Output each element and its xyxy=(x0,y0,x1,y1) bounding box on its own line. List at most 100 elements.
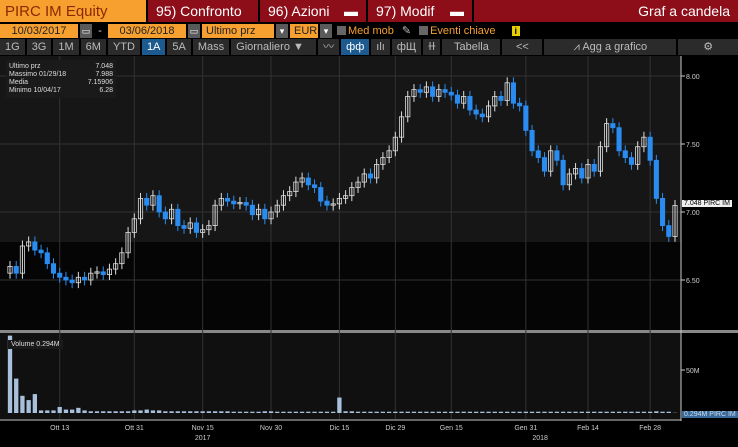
period-ytd[interactable]: YTD xyxy=(107,39,140,55)
legend-min-label: Minimo 10/04/17 xyxy=(9,87,61,94)
volume-bar xyxy=(424,411,429,413)
line-chart-icon[interactable]: 〰 xyxy=(318,39,340,55)
toolbar: 1G 3G 1M 6M YTD 1A 5A Mass Giornaliero ▼… xyxy=(0,39,738,55)
candle-down xyxy=(193,222,200,233)
volume-bar xyxy=(461,411,466,413)
ticker-field[interactable]: PIRC IM Equity xyxy=(0,0,146,22)
panel-separator xyxy=(0,330,738,333)
volume-bar xyxy=(411,411,417,413)
volume-bar xyxy=(45,410,50,413)
eventi-checkbox[interactable] xyxy=(419,26,429,35)
chevron-down-icon[interactable]: ▾ xyxy=(276,23,288,38)
candle-chart-icon[interactable]: фф xyxy=(341,39,370,55)
period-1a[interactable]: 1A xyxy=(141,39,166,55)
period-6m[interactable]: 6M xyxy=(80,39,106,55)
volume-bar xyxy=(76,407,81,413)
settings-gear-icon[interactable]: ⚙ xyxy=(678,39,738,55)
frequency-select[interactable]: Giornaliero ▼ xyxy=(231,39,317,55)
currency-select[interactable]: EUR xyxy=(290,23,318,38)
volume-bar xyxy=(374,411,379,413)
eventi-label: Eventi chiave xyxy=(430,24,496,37)
x-tick-label: Nov 30 xyxy=(260,425,282,432)
candle-down xyxy=(175,208,181,226)
y-tick-label: 7.50 xyxy=(686,142,700,149)
add-to-chart-label: Agg a grafico xyxy=(582,41,648,53)
volume-bar xyxy=(380,411,386,413)
candle-down xyxy=(156,195,162,213)
volume-bar xyxy=(312,411,317,413)
volume-bar xyxy=(82,410,87,413)
volume-bar xyxy=(231,411,236,413)
candle-down xyxy=(100,271,106,275)
med-mob-label: Med mob xyxy=(348,24,394,37)
calendar-icon[interactable]: ▭ xyxy=(188,23,200,38)
volume-bar xyxy=(281,411,286,413)
volume-bar xyxy=(579,411,584,413)
x-tick-label: Ott 13 xyxy=(50,425,69,432)
chevron-down-icon[interactable]: ▾ xyxy=(320,23,332,38)
volume-bar xyxy=(268,411,274,413)
calendar-icon[interactable]: ▭ xyxy=(80,23,92,38)
candle-down xyxy=(554,150,560,161)
period-mass[interactable]: Mass xyxy=(192,39,230,55)
add-to-chart-button[interactable]: ⩘ Agg a grafico xyxy=(544,39,677,55)
volume-bar xyxy=(616,411,622,413)
volume-bar xyxy=(57,406,62,413)
volume-bar xyxy=(418,411,423,413)
candle-down xyxy=(591,164,597,172)
x-year-label: 2018 xyxy=(532,435,548,442)
info-icon[interactable]: i xyxy=(511,25,521,36)
volume-bar xyxy=(511,411,516,413)
modify-button[interactable]: 97) Modif ▬ xyxy=(368,0,472,22)
date-separator: - xyxy=(98,24,102,37)
volume-bar xyxy=(63,409,69,413)
actions-button[interactable]: 96) Azioni ▬ xyxy=(260,0,366,22)
candlestick-chart[interactable]: 8.00 7.50 7.00 6.50 Ott 13 Ott 31 Nov 15 2017 No… xyxy=(0,56,738,447)
table-button[interactable]: Tabella xyxy=(442,39,501,55)
volume-bar xyxy=(362,411,367,413)
legend-last-value: 7.048 xyxy=(95,63,113,70)
compare-button[interactable]: 95) Confronto xyxy=(148,0,258,22)
candle-down xyxy=(442,89,448,93)
period-3g[interactable]: 3G xyxy=(26,39,52,55)
volume-bar xyxy=(237,411,243,413)
volume-bar xyxy=(150,410,156,413)
x-tick-label: Gen 31 xyxy=(514,425,537,432)
volume-bar xyxy=(200,411,205,413)
period-1m[interactable]: 1M xyxy=(53,39,79,55)
volume-bar xyxy=(554,411,560,413)
candle-down xyxy=(479,113,485,118)
collapse-button[interactable]: << xyxy=(502,39,543,55)
candle-down xyxy=(653,159,659,199)
volume-bar xyxy=(138,410,143,413)
candle-down xyxy=(666,225,672,237)
volume-bar xyxy=(529,411,535,413)
start-date-input[interactable]: 10/03/2017 xyxy=(0,23,78,38)
volume-bar xyxy=(598,411,603,413)
chart-type-title: Graf a candela xyxy=(474,0,738,22)
volume-bar xyxy=(38,410,44,413)
volume-bar xyxy=(604,411,609,413)
period-5a[interactable]: 5A xyxy=(167,39,191,55)
ohlc-icon[interactable]: фЩ xyxy=(391,39,422,55)
volume-bar xyxy=(306,411,311,413)
volume-bar xyxy=(386,411,392,413)
controls-bar: 10/03/2017 ▭ - 03/06/2018 ▭ Ultimo prz ▾… xyxy=(0,23,521,38)
candle-down xyxy=(647,136,653,161)
candle-down xyxy=(181,225,187,229)
volume-legend: Volume 0.294M xyxy=(8,340,63,349)
med-mob-checkbox[interactable] xyxy=(337,26,346,35)
volume-bar xyxy=(119,411,125,413)
end-date-input[interactable]: 03/06/2018 xyxy=(108,23,186,38)
volume-bar xyxy=(20,395,25,413)
compare-label: 95) Confronto xyxy=(156,3,242,19)
pencil-icon[interactable]: ✎ xyxy=(402,24,411,37)
field-select[interactable]: Ultimo prz xyxy=(202,23,274,38)
bar-chart-icon[interactable]: ılı xyxy=(371,39,390,55)
hl-icon[interactable]: ɫɫ xyxy=(423,39,441,55)
period-1g[interactable]: 1G xyxy=(0,39,25,55)
candle-down xyxy=(32,241,38,251)
candle-down xyxy=(63,276,69,281)
candle-down xyxy=(224,197,231,202)
y-tick-label: 8.00 xyxy=(686,74,700,81)
